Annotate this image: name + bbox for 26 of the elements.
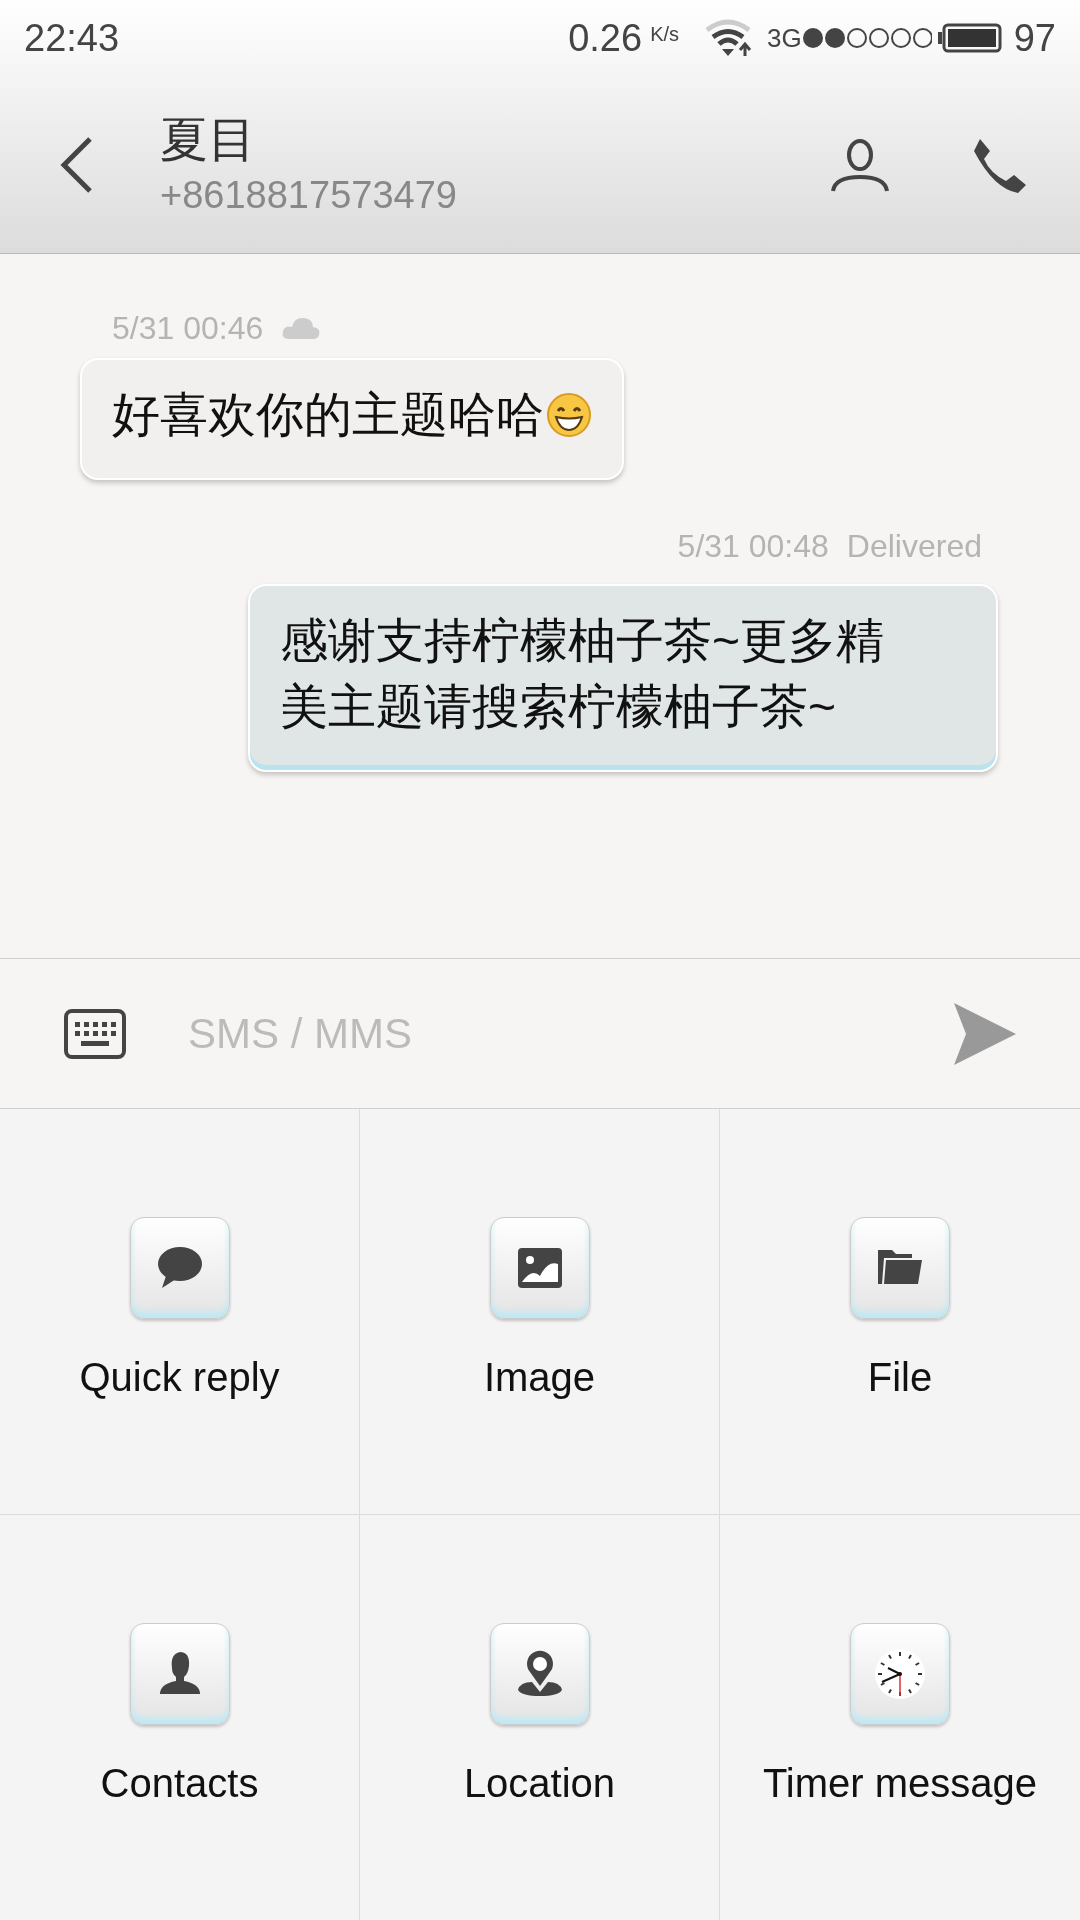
- message-meta: Delivered: [846, 527, 982, 566]
- keyboard-icon: [64, 1008, 126, 1059]
- wifi-icon: [703, 18, 754, 58]
- send-button[interactable]: [952, 1000, 1018, 1067]
- status-time: 22:43: [24, 15, 120, 61]
- keyboard-button[interactable]: [64, 1007, 126, 1060]
- message-meta: 5/31 00:48: [677, 527, 829, 566]
- message-input[interactable]: SMS / MMS: [188, 1002, 952, 1065]
- attachment-option[interactable]: Quick reply: [0, 1109, 360, 1515]
- contact-name: 夏目: [160, 111, 257, 168]
- attachment-option[interactable]: Contacts: [0, 1514, 360, 1920]
- send-icon: [952, 1000, 1018, 1067]
- signal-icon: [801, 26, 932, 50]
- attachment-option[interactable]: Image: [360, 1109, 720, 1515]
- phone-number: +8618817573479: [160, 172, 457, 218]
- message-text: 感谢支持柠檬柚子茶~更多精美主题请搜索柠檬柚子茶~: [280, 614, 885, 733]
- network-type: 3G: [767, 21, 802, 55]
- network-speed: 0.26: [568, 15, 643, 61]
- message-meta: 5/31 00:46: [112, 309, 264, 348]
- battery-icon: [937, 23, 1002, 53]
- battery-level: 97: [1013, 15, 1056, 61]
- message-text: 好喜欢你的主题哈哈: [112, 388, 544, 441]
- speed-unit: K/s: [650, 22, 680, 47]
- attachment-option[interactable]: File: [720, 1109, 1080, 1515]
- attachment-option[interactable]: Location: [360, 1514, 720, 1920]
- attachment-option[interactable]: Timer message: [720, 1514, 1080, 1920]
